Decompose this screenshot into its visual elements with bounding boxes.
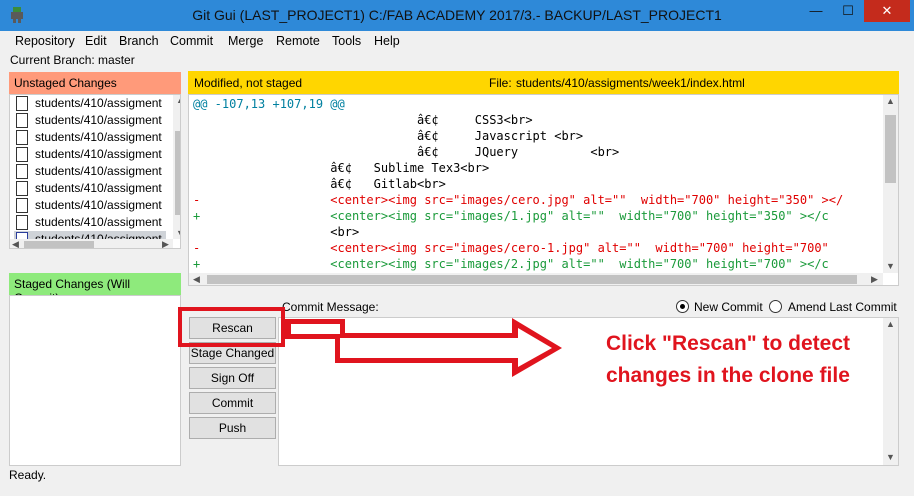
document-icon: [16, 181, 28, 196]
diff-line: @@ -107,13 +107,19 @@: [193, 97, 345, 111]
annotation-line-1: Click "Rescan" to detect: [606, 332, 850, 355]
annotation-line-2: changes in the clone file: [606, 364, 850, 387]
commit-button[interactable]: Commit: [189, 392, 276, 414]
rescan-highlight-box: [178, 307, 285, 347]
diff-status: Modified, not staged: [194, 76, 303, 90]
title-bar: Git Gui (LAST_PROJECT1) C:/FAB ACADEMY 2…: [0, 0, 914, 31]
push-button[interactable]: Push: [189, 417, 276, 439]
scroll-down-icon[interactable]: ▼: [176, 228, 180, 238]
diff-line: <br>: [193, 225, 360, 239]
diff-header: Modified, not staged File: students/410/…: [188, 71, 899, 94]
scroll-left-icon[interactable]: ◀: [12, 239, 19, 248]
list-item[interactable]: students/410/assigment: [14, 112, 166, 129]
document-icon: [16, 215, 28, 230]
radio-selected-dot: [680, 304, 685, 309]
new-commit-label[interactable]: New Commit: [694, 300, 763, 314]
diff-line: â€¢ CSS3<br>: [193, 113, 533, 127]
minimize-button[interactable]: —: [800, 0, 832, 22]
status-bar: Ready.: [9, 468, 47, 482]
unstaged-vertical-scrollbar[interactable]: ▲ ▼: [173, 95, 180, 239]
list-item[interactable]: students/410/assigment: [14, 129, 166, 146]
scroll-left-icon[interactable]: ◀: [193, 274, 200, 285]
scroll-right-icon[interactable]: ▶: [871, 274, 878, 285]
scroll-thumb[interactable]: [207, 275, 857, 284]
menu-branch[interactable]: Branch: [119, 34, 159, 48]
menu-edit[interactable]: Edit: [85, 34, 107, 48]
scroll-thumb[interactable]: [885, 115, 896, 183]
list-item[interactable]: students/410/assigment: [14, 95, 166, 112]
diff-file-path: students/410/assigments/week1/index.html: [516, 76, 745, 90]
unstaged-file-list: students/410/assigment students/410/assi…: [9, 94, 181, 249]
close-button[interactable]: ✕: [864, 0, 910, 22]
scroll-thumb[interactable]: [175, 131, 180, 215]
sign-off-button[interactable]: Sign Off: [189, 367, 276, 389]
list-item[interactable]: students/410/assigment: [14, 146, 166, 163]
scroll-up-icon[interactable]: ▲: [176, 95, 180, 105]
document-icon: [16, 113, 28, 128]
scroll-down-icon[interactable]: ▼: [886, 261, 895, 271]
unstaged-changes-header: Unstaged Changes: [9, 72, 181, 94]
menu-commit[interactable]: Commit: [170, 34, 213, 48]
document-icon: [16, 96, 28, 111]
list-item[interactable]: students/410/assigment: [14, 163, 166, 180]
document-icon: [16, 130, 28, 145]
commit-message-label: Commit Message:: [282, 300, 379, 314]
diff-line: â€¢ Javascript <br>: [193, 129, 584, 143]
menu-tools[interactable]: Tools: [332, 34, 361, 48]
staged-changes-header: Staged Changes (Will Commit): [9, 273, 181, 305]
unstaged-horizontal-scrollbar[interactable]: ◀ ▶: [10, 239, 173, 248]
diff-line: â€¢ Sublime Tex3<br>: [193, 161, 490, 175]
document-icon: [16, 198, 28, 213]
annotation-text: Click "Rescan" to detect changes in the …: [606, 328, 896, 392]
list-item[interactable]: students/410/assigment: [14, 214, 166, 231]
document-icon: [16, 147, 28, 162]
diff-line-added: + <center><img src="images/1.jpg" alt=""…: [193, 209, 829, 223]
document-icon: [16, 164, 28, 179]
scroll-down-icon[interactable]: ▼: [886, 452, 895, 462]
diff-viewer[interactable]: @@ -107,13 +107,19 @@ â€¢ CSS3<br> â€¢ J…: [188, 94, 899, 286]
diff-line-removed: - <center><img src="images/cero-1.jpg" a…: [193, 241, 829, 255]
diff-vertical-scrollbar[interactable]: ▲ ▼: [883, 95, 898, 273]
amend-commit-radio[interactable]: [769, 300, 782, 313]
list-item[interactable]: students/410/assigment: [14, 197, 166, 214]
diff-line: â€¢ JQuery <br>: [193, 145, 620, 159]
diff-file-label: File:: [489, 76, 512, 90]
menu-repository[interactable]: Repository: [15, 34, 75, 48]
scroll-right-icon[interactable]: ▶: [162, 239, 169, 248]
window-title: Git Gui (LAST_PROJECT1) C:/FAB ACADEMY 2…: [192, 7, 722, 23]
menu-help[interactable]: Help: [374, 34, 400, 48]
list-item[interactable]: students/410/assigment: [14, 180, 166, 197]
diff-line: â€¢ Gitlab<br>: [193, 177, 446, 191]
amend-commit-label[interactable]: Amend Last Commit: [788, 300, 897, 314]
menu-merge[interactable]: Merge: [228, 34, 263, 48]
scroll-thumb[interactable]: [24, 241, 94, 248]
diff-line-added: + <center><img src="images/2.jpg" alt=""…: [193, 257, 829, 271]
menu-remote[interactable]: Remote: [276, 34, 320, 48]
new-commit-radio[interactable]: [676, 300, 689, 313]
diff-horizontal-scrollbar[interactable]: ◀ ▶: [189, 273, 883, 285]
diff-line-removed: - <center><img src="images/cero.jpg" alt…: [193, 193, 844, 207]
scroll-up-icon[interactable]: ▲: [886, 96, 895, 106]
current-branch-label: Current Branch: master: [10, 53, 135, 67]
menu-bar: Repository Edit Branch Commit Merge Remo…: [1, 31, 913, 51]
maximize-button[interactable]: ☐: [832, 0, 864, 22]
staged-file-list[interactable]: [9, 295, 181, 466]
